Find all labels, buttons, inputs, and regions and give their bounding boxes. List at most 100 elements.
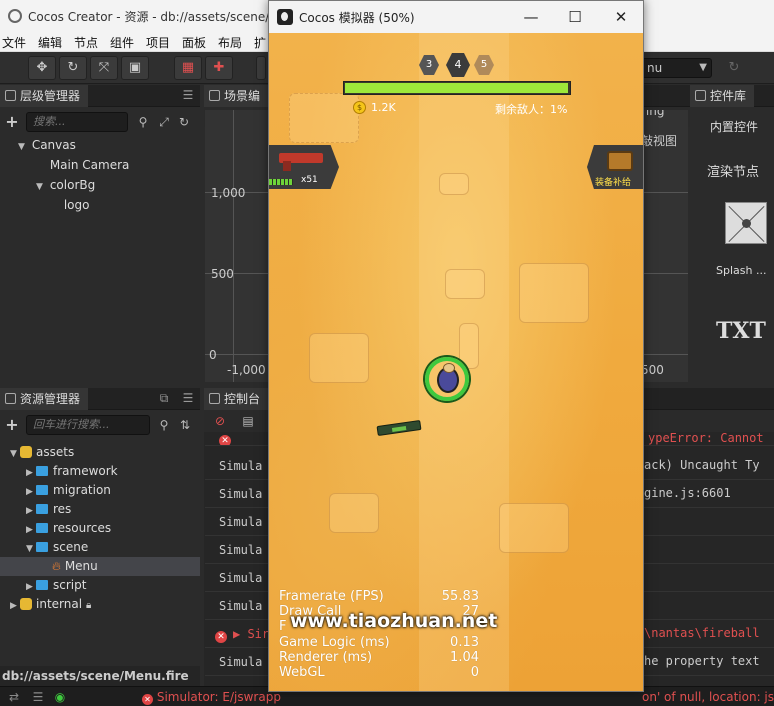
tab-assets[interactable]: 资源管理器 — [0, 388, 89, 410]
watermark: www.tiaozhuan.net — [290, 610, 498, 632]
database-icon[interactable]: ☰ — [30, 689, 46, 705]
log-text: Simula — [219, 599, 263, 613]
menu-file[interactable]: 文件 — [2, 34, 26, 51]
asset-folder-migration[interactable]: ▶ migration — [26, 481, 111, 500]
move-tool-icon[interactable]: ✥ — [28, 56, 56, 80]
expand-arrow-icon[interactable]: ▼ — [18, 138, 28, 157]
locate-icon[interactable]: ⤢ — [156, 114, 172, 130]
open-log-icon[interactable]: ▤ — [240, 413, 256, 429]
log-text: Simula — [219, 515, 263, 529]
tree-node-main-camera[interactable]: Main Camera — [36, 156, 130, 175]
game-viewport[interactable]: 3 4 5 $ 1.2K 剩余敌人：1% x51 装备补给 Framerate … — [269, 33, 643, 691]
tree-node-logo[interactable]: logo — [50, 196, 90, 215]
health-bar-fill — [345, 83, 568, 93]
hamburger-icon[interactable]: ☰ — [181, 391, 195, 405]
menu-extension[interactable]: 扩 — [254, 34, 266, 51]
eye-icon[interactable]: ◉ — [52, 689, 68, 705]
minimize-icon[interactable]: — — [519, 6, 543, 28]
stat-value: 0.13 — [450, 634, 479, 650]
asset-folder-scene[interactable]: ▼ scene — [26, 538, 88, 557]
tab-hierarchy[interactable]: 层级管理器 — [0, 85, 89, 107]
stat-value: 1.04 — [450, 649, 479, 665]
y-tick-label: 0 — [209, 348, 217, 362]
tab-console[interactable]: 控制台 — [204, 388, 269, 410]
asset-db-assets[interactable]: ▼ assets — [10, 443, 74, 462]
search-icon[interactable]: ⚲ — [135, 114, 151, 130]
menu-project[interactable]: 项目 — [146, 34, 170, 51]
tree-node-canvas[interactable]: ▼ Canvas — [18, 136, 76, 155]
stat-label: Renderer (ms) — [279, 649, 373, 665]
asset-folder-resources[interactable]: ▶ resources — [26, 519, 111, 538]
rotate-tool-icon[interactable]: ↻ — [59, 56, 87, 80]
asset-folder-script[interactable]: ▶ script — [26, 576, 86, 595]
menu-component[interactable]: 组件 — [110, 34, 134, 51]
tab-scene[interactable]: 场景编 — [204, 85, 269, 107]
label-txt-icon[interactable]: TXT — [716, 318, 766, 344]
global-pivot-icon[interactable]: ✚ — [205, 56, 233, 80]
status-error-message[interactable]: ✕ Simulator: E/jswrapp — [142, 690, 281, 705]
hierarchy-header: 层级管理器 ☰ — [0, 85, 200, 107]
maximize-icon[interactable]: ☐ — [563, 6, 587, 28]
local-pivot-icon[interactable]: ▦ — [174, 56, 202, 80]
expand-arrow-icon[interactable]: ▶ — [233, 627, 247, 641]
expand-arrow-icon[interactable]: ▼ — [10, 445, 20, 464]
shotgun-icon — [279, 153, 323, 171]
hierarchy-search-input[interactable]: 搜索... — [26, 112, 128, 132]
asset-folder-framework[interactable]: ▶ framework — [26, 462, 118, 481]
minimize-panel-icon[interactable]: ⧉ — [157, 391, 171, 405]
sort-icon[interactable]: ⇅ — [177, 417, 193, 433]
hamburger-icon[interactable]: ☰ — [181, 88, 195, 102]
supply-label: 装备补给 — [595, 178, 632, 188]
y-tick-label: 500 — [211, 267, 234, 281]
menu-panel[interactable]: 面板 — [182, 34, 206, 51]
weapon-pickup[interactable] — [376, 419, 422, 437]
asset-label: migration — [53, 483, 111, 497]
menu-node[interactable]: 节点 — [74, 34, 98, 51]
sync-icon[interactable]: ⇄ — [6, 689, 22, 705]
add-icon[interactable]: + — [4, 114, 20, 130]
assets-search-row: + 回车进行搜索... ⚲ ⇅ — [0, 412, 200, 436]
scene-dropdown[interactable]: nu ▼ — [642, 58, 712, 78]
folder-icon — [36, 485, 48, 495]
stone-tile — [439, 173, 469, 195]
scene-icon — [209, 90, 220, 101]
assets-search-input[interactable]: 回车进行搜索... — [26, 415, 150, 435]
console-title: 控制台 — [224, 392, 261, 406]
menu-layout[interactable]: 布局 — [218, 34, 242, 51]
expand-arrow-icon[interactable]: ▼ — [36, 178, 46, 197]
coin-count: 1.2K — [371, 101, 396, 114]
player-character[interactable] — [425, 357, 469, 401]
sprite-splash-icon[interactable] — [725, 202, 767, 244]
scene-side-label: 敲视图 — [641, 134, 678, 148]
asset-scene-menu[interactable]: 🔥︎ Menu — [0, 557, 200, 576]
rect-tool-icon[interactable]: ▣ — [121, 56, 149, 80]
menu-edit[interactable]: 编辑 — [38, 34, 62, 51]
render-node-heading: 渲染节点 — [707, 165, 760, 180]
add-icon[interactable]: + — [4, 417, 20, 433]
scale-tool-icon[interactable]: ⤧ — [90, 56, 118, 80]
stat-label: Game Logic (ms) — [279, 634, 390, 650]
expand-arrow-icon[interactable]: ▶ — [10, 597, 20, 616]
folder-icon — [36, 580, 48, 590]
asset-db-internal[interactable]: ▶ internal 🔒︎ — [10, 595, 91, 614]
log-text-tail: gine.js:6601 — [644, 486, 731, 500]
folder-icon — [36, 466, 48, 476]
builtin-controls-tab[interactable]: 内置控件 — [710, 118, 758, 135]
hierarchy-title: 层级管理器 — [20, 89, 81, 103]
supply-button[interactable]: 装备补给 — [587, 145, 643, 189]
tree-node-colorbg[interactable]: ▼ colorBg — [36, 176, 95, 195]
search-icon[interactable]: ⚲ — [156, 417, 172, 433]
toolbar-button-partial[interactable] — [256, 56, 266, 80]
tab-library[interactable]: 控件库 — [690, 85, 755, 107]
refresh-icon[interactable]: ↻ — [722, 58, 746, 78]
log-text: Simula — [219, 459, 263, 473]
simulator-window: Cocos 模拟器 (50%) — ☐ ✕ 3 4 5 $ 1.2K 剩余敌人：… — [268, 0, 644, 692]
close-icon[interactable]: ✕ — [609, 6, 633, 28]
weapon-slot[interactable]: x51 — [269, 145, 339, 189]
log-text-tail: \nantas\fireball — [644, 626, 760, 640]
refresh-icon[interactable]: ↻ — [176, 114, 192, 130]
clear-console-icon[interactable]: ⊘ — [212, 413, 228, 429]
library-icon — [695, 90, 706, 101]
stat-row: WebGL 0 — [279, 665, 479, 680]
asset-folder-res[interactable]: ▶ res — [26, 500, 71, 519]
